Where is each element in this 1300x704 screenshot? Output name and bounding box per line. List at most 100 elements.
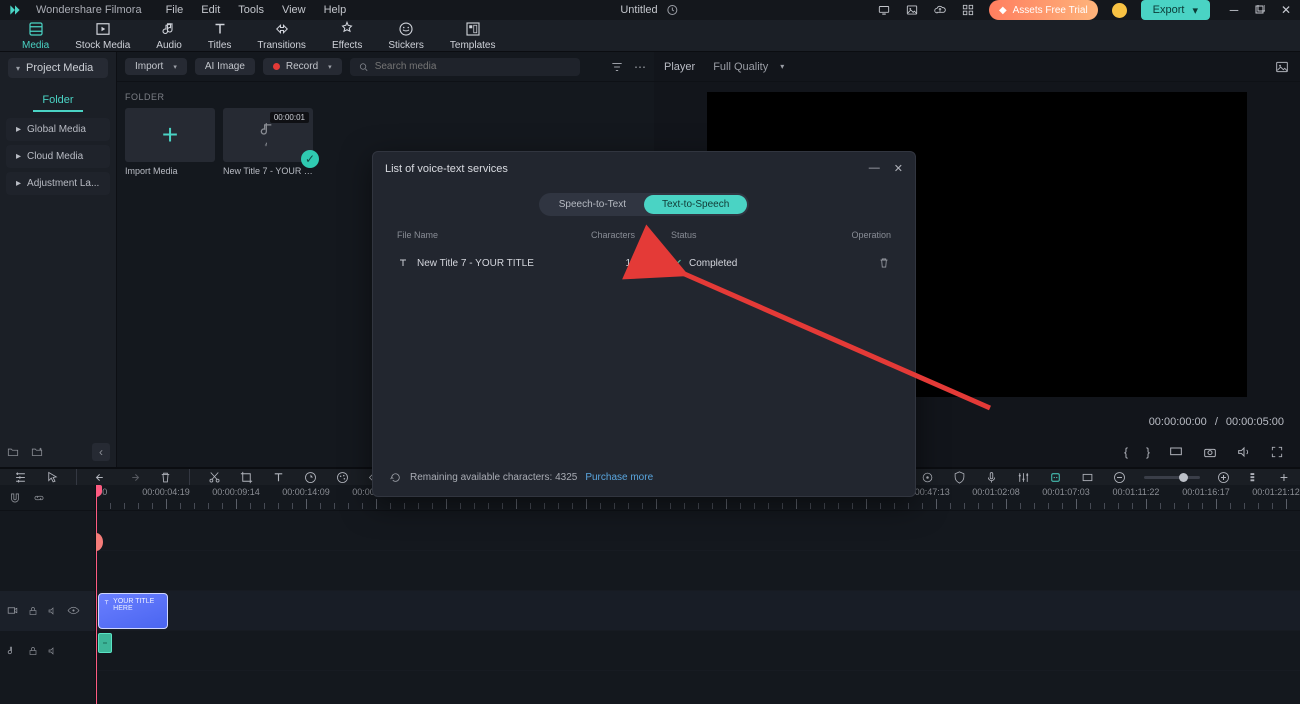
more-icon[interactable]: ⋯ — [634, 60, 646, 74]
menu-tools[interactable]: Tools — [238, 4, 264, 16]
record-dot-icon — [273, 63, 280, 70]
mark-out-icon[interactable]: } — [1146, 445, 1150, 459]
redo-icon[interactable] — [125, 469, 141, 485]
sidebar-item-adjustment-layer[interactable]: ▸Adjustment La... — [6, 172, 110, 195]
apps-icon[interactable] — [961, 3, 975, 17]
tab-audio[interactable]: Audio — [156, 20, 182, 51]
modal-close-icon[interactable]: ✕ — [894, 162, 903, 175]
shield-icon[interactable] — [952, 469, 968, 485]
lock-icon[interactable] — [27, 605, 39, 617]
tab-stock-media[interactable]: Stock Media — [75, 20, 130, 51]
picture-icon[interactable] — [905, 3, 919, 17]
filter-icon[interactable] — [610, 60, 624, 74]
sidebar-item-cloud-media[interactable]: ▸Cloud Media — [6, 145, 110, 168]
audio-mix-icon[interactable] — [1016, 469, 1032, 485]
menu-file[interactable]: File — [166, 4, 184, 16]
search-input[interactable] — [375, 61, 572, 72]
cut-icon[interactable] — [206, 469, 222, 485]
crop-icon[interactable] — [238, 469, 254, 485]
history-icon[interactable] — [666, 3, 680, 17]
row-characters: 15 — [591, 258, 671, 269]
eye-icon[interactable] — [67, 604, 80, 617]
purchase-link[interactable]: Purchase more — [585, 472, 653, 483]
export-button[interactable]: Export ▾ — [1141, 0, 1210, 20]
mute-icon[interactable] — [47, 645, 59, 657]
video-track-head[interactable] — [0, 591, 95, 631]
tab-speech-to-text[interactable]: Speech-to-Text — [541, 195, 644, 214]
mark-in-icon[interactable]: { — [1124, 445, 1128, 459]
delete-icon[interactable] — [157, 469, 173, 485]
tab-transitions[interactable]: Transitions — [257, 20, 306, 51]
zoom-slider[interactable] — [1144, 476, 1200, 479]
tab-effects[interactable]: Effects — [332, 20, 362, 51]
tab-titles[interactable]: Titles — [208, 20, 232, 51]
folder-tab[interactable]: Folder — [33, 90, 83, 112]
tab-templates[interactable]: Templates — [450, 20, 496, 51]
checkmark-icon: ✓ — [301, 150, 319, 168]
tab-text-to-speech[interactable]: Text-to-Speech — [644, 195, 747, 214]
video-track-1[interactable]: YOUR TITLE HERE — [96, 591, 1300, 631]
music-icon — [258, 119, 278, 151]
collapse-sidebar-button[interactable]: ‹ — [92, 443, 110, 461]
menu-help[interactable]: Help — [324, 4, 347, 16]
sidebar-item-global-media[interactable]: ▸Global Media — [6, 118, 110, 141]
record-dropdown[interactable]: Record▾ — [263, 58, 342, 75]
audio-track-head[interactable] — [0, 631, 95, 671]
tab-media[interactable]: Media — [22, 20, 49, 51]
zoom-in-icon[interactable] — [1216, 469, 1232, 485]
import-dropdown[interactable]: Import▾ — [125, 58, 187, 75]
waveform-icon — [101, 639, 109, 647]
display-icon[interactable] — [1168, 444, 1184, 460]
window-close-icon[interactable]: ✕ — [1280, 4, 1292, 16]
refresh-icon[interactable] — [389, 471, 402, 484]
col-characters: Characters — [591, 230, 671, 240]
chevron-down-icon: ▾ — [1192, 4, 1198, 17]
modal-minimize-icon[interactable]: — — [869, 162, 880, 175]
lock-icon[interactable] — [27, 645, 39, 657]
cloud-upload-icon[interactable] — [933, 3, 947, 17]
volume-icon[interactable] — [1236, 444, 1252, 460]
col-status: Status — [671, 230, 811, 240]
color-icon[interactable] — [334, 469, 350, 485]
zoom-out-icon[interactable] — [1112, 469, 1128, 485]
delete-row-button[interactable] — [877, 256, 891, 270]
fullscreen-icon[interactable] — [1270, 445, 1284, 459]
tool-layout-icon[interactable] — [12, 469, 28, 485]
menu-edit[interactable]: Edit — [201, 4, 220, 16]
ai-image-button[interactable]: AI Image — [195, 58, 255, 75]
new-folder-icon[interactable] — [6, 445, 20, 459]
text-tool-icon[interactable] — [270, 469, 286, 485]
camera-icon[interactable] — [1202, 444, 1218, 460]
title-clip[interactable]: YOUR TITLE HERE — [98, 593, 168, 629]
pointer-tool-icon[interactable] — [44, 469, 60, 485]
magnet-icon[interactable] — [8, 491, 22, 505]
playhead[interactable] — [96, 485, 97, 704]
thumb-import[interactable]: + Import Media — [125, 108, 215, 176]
mute-icon[interactable] — [47, 605, 59, 617]
tab-stickers[interactable]: Stickers — [388, 20, 424, 51]
device-icon[interactable] — [877, 3, 891, 17]
link-icon[interactable] — [32, 491, 46, 505]
speed-icon[interactable] — [302, 469, 318, 485]
window-minimize-icon[interactable]: ─ — [1228, 4, 1240, 16]
thumb-title-clip[interactable]: 00:00:01 ✓ New Title 7 - YOUR TI... — [223, 108, 313, 176]
track-body[interactable]: 00:00 00:00:04:19 00:00:09:14 00:00:14:0… — [96, 485, 1300, 704]
thumbnail-view-icon[interactable] — [1080, 469, 1096, 485]
window-maximize-icon[interactable] — [1254, 4, 1266, 16]
auto-reframe-icon[interactable] — [920, 469, 936, 485]
search-media[interactable] — [350, 58, 580, 76]
coin-icon[interactable] — [1112, 3, 1127, 18]
add-track-icon[interactable]: + — [1280, 469, 1288, 485]
assets-free-trial-badge[interactable]: ◆ Assets Free Trial — [989, 0, 1098, 20]
project-media-header[interactable]: ▾Project Media — [8, 58, 108, 78]
audio-clip[interactable] — [98, 633, 112, 653]
new-subfolder-icon[interactable] — [30, 445, 44, 459]
track-options-icon[interactable] — [1248, 469, 1264, 485]
ai-tool-icon[interactable] — [1048, 469, 1064, 485]
mic-icon[interactable] — [984, 469, 1000, 485]
undo-icon[interactable] — [93, 469, 109, 485]
quality-dropdown[interactable]: Full Quality▾ — [713, 61, 784, 73]
snapshot-settings-icon[interactable] — [1274, 59, 1290, 75]
menu-view[interactable]: View — [282, 4, 306, 16]
audio-track-1[interactable] — [96, 631, 1300, 671]
